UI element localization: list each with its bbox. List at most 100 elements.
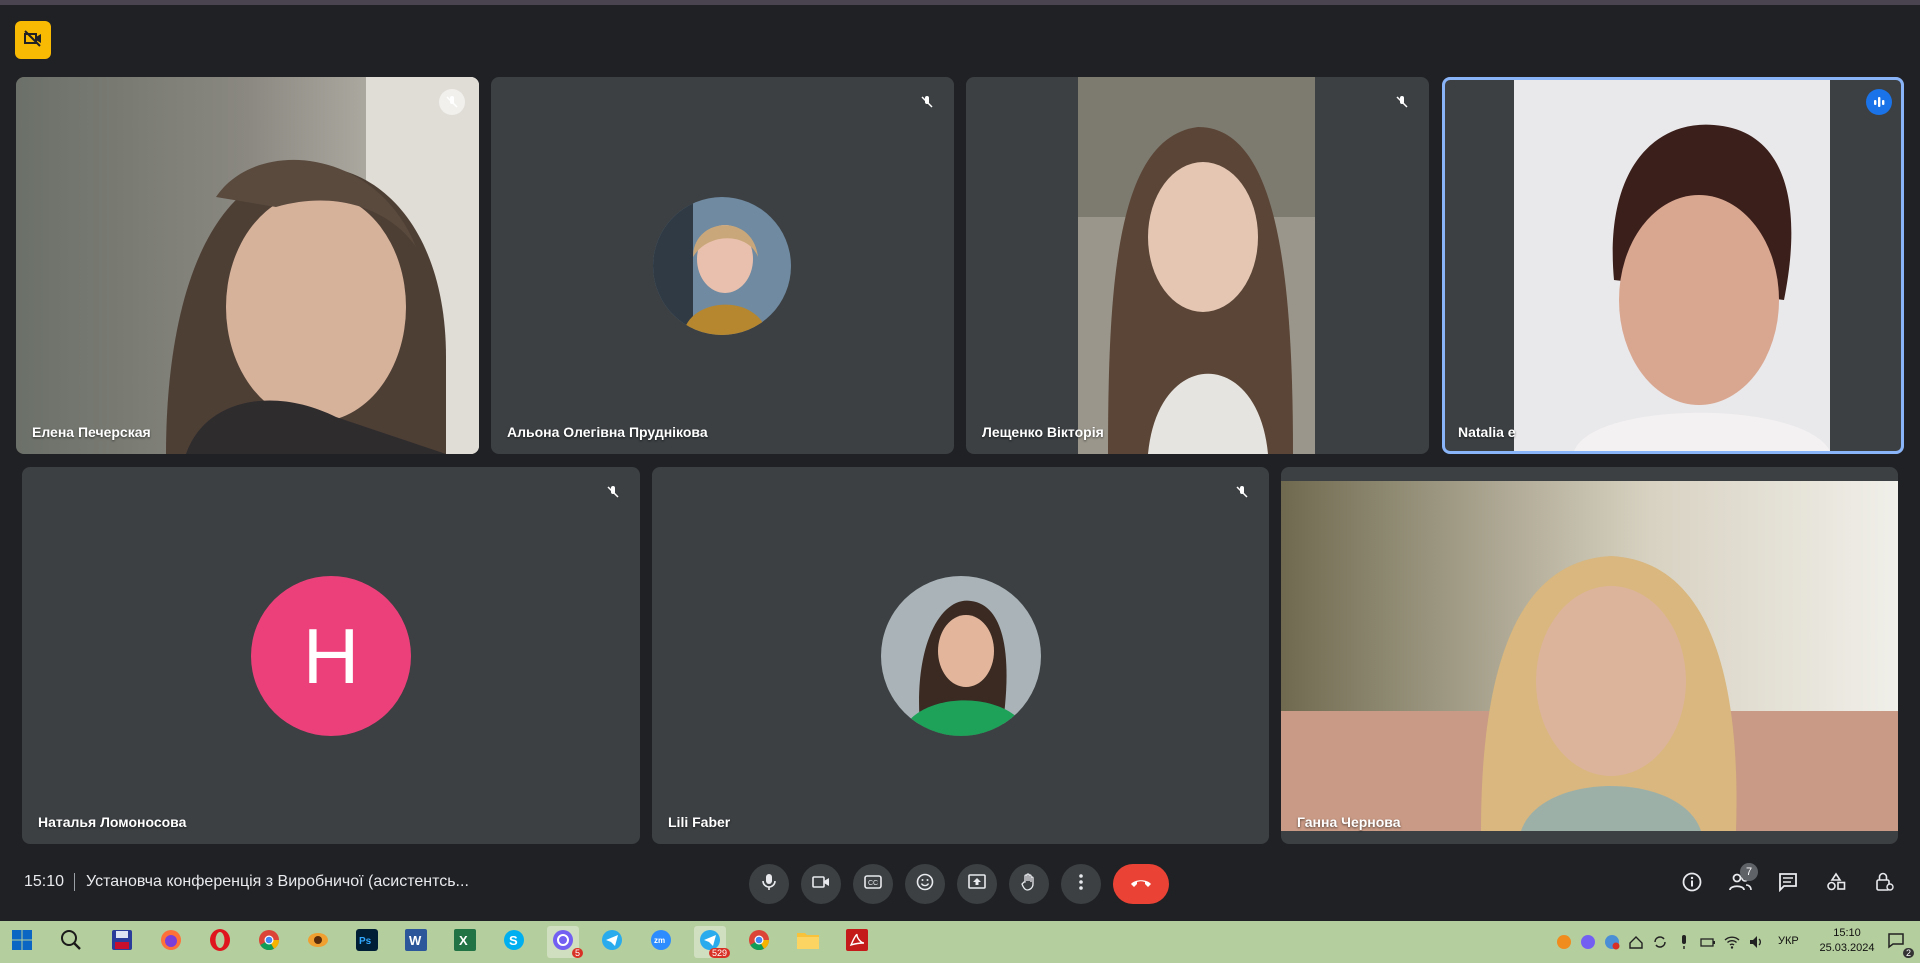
taskbar-search-button[interactable] [55, 926, 87, 958]
tray-volume-icon[interactable] [1748, 934, 1764, 950]
word-icon: W [404, 928, 428, 957]
mic-off-icon [600, 479, 626, 505]
taskbar-app-photoshop[interactable]: Ps [351, 926, 383, 958]
raise-hand-button[interactable] [1009, 864, 1049, 904]
chat-button[interactable] [1770, 866, 1806, 902]
participant-name: Lili Faber [668, 814, 731, 830]
leave-call-button[interactable] [1113, 864, 1169, 904]
participant-name: Natalia e [1458, 424, 1516, 440]
tray-language-indicator[interactable]: УКР [1778, 935, 1799, 947]
os-taskbar: Ps W X S 5 zm 529 УКР 15:10 25.03.2024 2 [0, 921, 1920, 963]
shapes-icon [1826, 872, 1846, 897]
taskbar-app-chrome-2[interactable] [743, 926, 775, 958]
people-count-badge: 7 [1740, 863, 1758, 881]
participant-tile[interactable]: Ганна Чернова [1281, 467, 1898, 844]
meeting-details-button[interactable] [1674, 866, 1710, 902]
notification-count-badge: 2 [1902, 948, 1914, 958]
taskbar-app-explorer[interactable] [792, 926, 824, 958]
host-controls-button[interactable] [1866, 866, 1902, 902]
taskbar-app-telegram[interactable] [596, 926, 628, 958]
participant-name: Наталья Ломоносова [38, 814, 187, 830]
emoji-icon [916, 873, 934, 896]
participant-name: Альона Олегівна Пруднікова [507, 424, 708, 440]
taskbar-app-viewer[interactable] [302, 926, 334, 958]
tray-clock-date: 25.03.2024 [1819, 942, 1875, 954]
more-options-button[interactable] [1061, 864, 1101, 904]
participant-tile[interactable]: Елена Печерская [16, 77, 479, 454]
photoshop-icon: Ps [355, 928, 379, 957]
chat-icon [1778, 872, 1798, 897]
reactions-button[interactable] [905, 864, 945, 904]
mic-off-icon [1389, 89, 1415, 115]
tray-microphone-icon[interactable] [1676, 934, 1692, 950]
participant-name: Ганна Чернова [1297, 814, 1401, 830]
tray-clock-time: 15:10 [1833, 927, 1861, 939]
participant-video [1514, 80, 1830, 451]
skype-icon: S [502, 928, 526, 957]
taskbar-app-skype[interactable]: S [498, 926, 530, 958]
taskbar-app-excel[interactable]: X [449, 926, 481, 958]
tray-wifi-icon[interactable] [1724, 934, 1740, 950]
participant-video [1078, 77, 1315, 454]
mic-off-icon [914, 89, 940, 115]
participant-avatar [881, 576, 1041, 736]
windows-logo-icon [11, 929, 33, 956]
taskbar-app-acrobat[interactable] [841, 926, 873, 958]
hand-icon [1021, 872, 1037, 896]
captions-button[interactable]: CC [853, 864, 893, 904]
microphone-button[interactable] [749, 864, 789, 904]
taskbar-app-chrome[interactable] [253, 926, 285, 958]
taskbar-app-firefox[interactable] [155, 926, 187, 958]
tray-security-icon[interactable] [1604, 934, 1620, 950]
divider [74, 873, 75, 891]
more-vert-icon [1079, 873, 1083, 895]
participant-initial-avatar: Н [251, 576, 411, 736]
tray-sync-icon[interactable] [1652, 934, 1668, 950]
taskbar-app-telegram-2[interactable]: 529 [694, 926, 730, 958]
taskbar-app-save[interactable] [106, 926, 138, 958]
svg-text:S: S [509, 933, 518, 948]
tray-viber-icon[interactable] [1580, 934, 1596, 950]
captions-icon: CC [864, 874, 882, 894]
eye-app-icon [306, 928, 330, 957]
taskbar-app-opera[interactable] [204, 926, 236, 958]
video-off-icon [23, 28, 43, 53]
pdf-icon [845, 928, 869, 957]
participant-tile[interactable]: Н Наталья Ломоносова [22, 467, 640, 844]
camera-button[interactable] [801, 864, 841, 904]
meeting-title: Установча конференція з Виробничої (асис… [86, 873, 469, 890]
participant-name: Лещенко Вікторія [982, 424, 1104, 440]
start-button[interactable] [6, 926, 38, 958]
lock-person-icon [1874, 872, 1894, 897]
video-camera-icon [812, 875, 830, 894]
present-screen-button[interactable] [957, 864, 997, 904]
telegram-icon [600, 928, 624, 957]
activities-button[interactable] [1818, 866, 1854, 902]
microphone-icon [761, 873, 777, 896]
tray-battery-icon[interactable] [1700, 934, 1716, 950]
excel-icon: X [453, 928, 477, 957]
taskbar-app-zoom[interactable]: zm [645, 926, 677, 958]
participant-name: Елена Печерская [32, 424, 151, 440]
participant-avatar [653, 197, 791, 335]
participant-tile[interactable]: Лещенко Вікторія [966, 77, 1429, 454]
hang-up-icon [1130, 875, 1152, 893]
taskbar-app-word[interactable]: W [400, 926, 432, 958]
participant-tile[interactable]: Lili Faber [652, 467, 1269, 844]
people-button[interactable]: 7 [1722, 863, 1758, 902]
telegram-unread-badge: 529 [708, 948, 730, 958]
opera-icon [208, 928, 232, 957]
taskbar-app-viber[interactable]: 5 [547, 926, 583, 958]
svg-text:Ps: Ps [359, 936, 372, 947]
notifications-button[interactable]: 2 [1882, 926, 1914, 958]
participant-tile[interactable]: Альона Олегівна Пруднікова [491, 77, 954, 454]
participant-tile-active[interactable]: Natalia e [1442, 77, 1904, 454]
tray-clock[interactable]: 15:10 25.03.2024 [1812, 926, 1882, 956]
tray-network-drive-icon[interactable] [1628, 934, 1644, 950]
speaking-indicator-icon [1866, 89, 1892, 115]
tray-app-icon[interactable] [1556, 934, 1572, 950]
present-icon [968, 873, 986, 895]
mic-off-icon [1229, 479, 1255, 505]
camera-off-badge[interactable] [15, 21, 51, 59]
svg-text:W: W [409, 933, 422, 948]
